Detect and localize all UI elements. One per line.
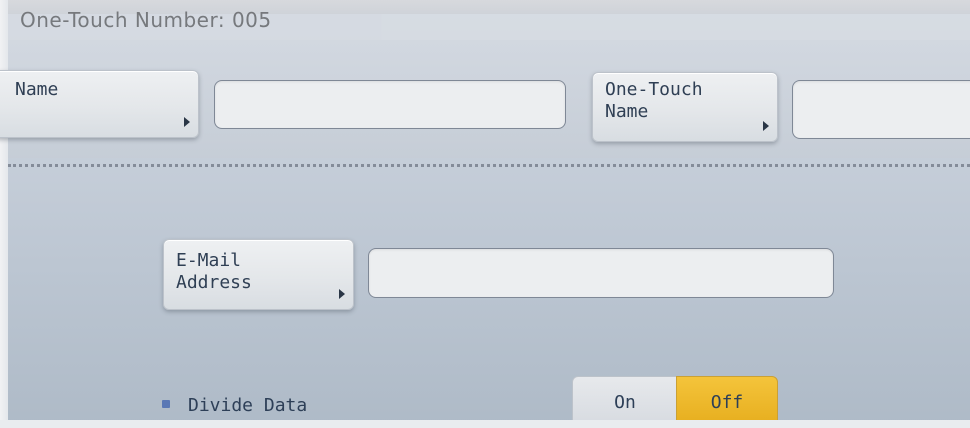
one-touch-name-button[interactable]: One-Touch Name — [592, 72, 778, 142]
email-address-field[interactable] — [368, 248, 834, 298]
name-button-label: Name — [15, 79, 59, 100]
screen-bezel-left — [0, 0, 8, 428]
divide-data-off-label: Off — [710, 391, 744, 413]
onetouch-number-text: One-Touch Number: 005 — [20, 8, 272, 32]
divide-data-on-label: On — [614, 391, 636, 413]
email-address-button[interactable]: E-Mail Address — [163, 239, 354, 310]
screen: One-Touch Number: 005 Name One-Touch Nam… — [0, 0, 970, 428]
bullet-icon — [162, 400, 170, 408]
divide-data-label: Divide Data — [188, 395, 308, 416]
chevron-right-icon — [339, 289, 345, 299]
name-field[interactable] — [214, 80, 566, 129]
name-button[interactable]: Name — [0, 70, 199, 138]
header-strip: One-Touch Number: 005 — [8, 8, 970, 40]
screen-bezel-bottom — [0, 420, 970, 428]
chevron-right-icon — [184, 117, 190, 127]
one-touch-name-field[interactable] — [792, 80, 970, 139]
one-touch-name-button-label: One-Touch Name — [605, 79, 703, 122]
email-address-button-label: E-Mail Address — [176, 250, 252, 293]
chevron-right-icon — [763, 121, 769, 131]
section-divider — [8, 164, 970, 167]
